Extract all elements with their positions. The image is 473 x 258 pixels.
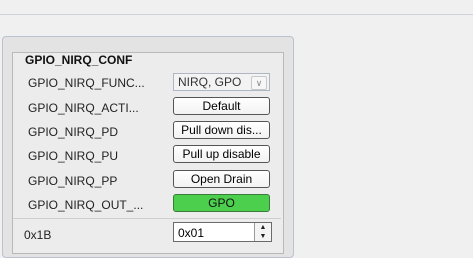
register-address-label: 0x1B bbox=[24, 228, 52, 242]
row-label-nirq-pp: GPIO_NIRQ_PP bbox=[28, 174, 118, 188]
row-label-nirq-pu: GPIO_NIRQ_PU bbox=[28, 149, 119, 163]
top-strip bbox=[0, 0, 473, 15]
nirq-pp-button[interactable]: Open Drain bbox=[173, 170, 270, 188]
spin-buttons: ▲ ▼ bbox=[254, 223, 271, 241]
nirq-func-select[interactable]: NIRQ, GPO ∨ bbox=[173, 73, 270, 91]
nirq-pu-button[interactable]: Pull up disable bbox=[173, 145, 270, 163]
panel-title: GPIO_NIRQ_CONF bbox=[25, 53, 133, 67]
row-label-nirq-pd: GPIO_NIRQ_PD bbox=[28, 125, 119, 139]
row-label-nirq-out: GPIO_NIRQ_OUT_... bbox=[28, 198, 144, 212]
nirq-func-value: NIRQ, GPO bbox=[178, 75, 242, 89]
chevron-down-icon[interactable]: ∨ bbox=[251, 76, 267, 90]
nirq-pd-button[interactable]: Pull down dis... bbox=[173, 121, 270, 139]
row-label-nirq-acti: GPIO_NIRQ_ACTI... bbox=[28, 101, 139, 115]
nirq-acti-button[interactable]: Default bbox=[173, 97, 270, 115]
arrow-down-icon[interactable]: ▼ bbox=[255, 232, 271, 241]
register-value[interactable]: 0x01 bbox=[178, 226, 204, 240]
separator bbox=[13, 218, 281, 219]
nirq-out-button[interactable]: GPO bbox=[173, 194, 270, 212]
row-label-nirq-func: GPIO_NIRQ_FUNC... bbox=[28, 76, 145, 90]
register-value-spinbox[interactable]: 0x01 ▲ ▼ bbox=[173, 222, 272, 242]
